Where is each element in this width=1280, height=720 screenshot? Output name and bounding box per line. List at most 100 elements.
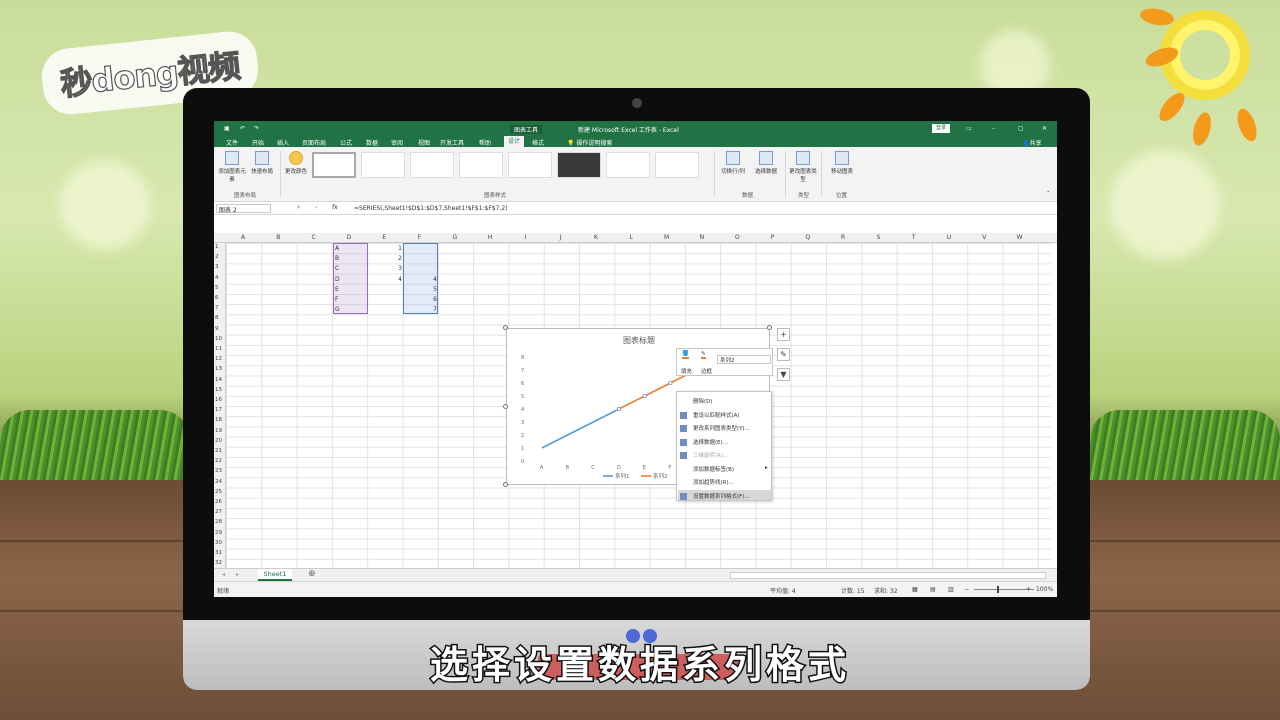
cell[interactable]: 1 xyxy=(370,245,402,252)
tab-0[interactable]: 文件 xyxy=(226,138,238,147)
row-header[interactable]: 1 xyxy=(215,244,219,250)
tab-11[interactable]: 格式 xyxy=(532,138,544,147)
maximize-icon[interactable]: ▢ xyxy=(1018,125,1024,132)
column-header[interactable]: F xyxy=(415,234,425,241)
row-header[interactable]: 19 xyxy=(215,428,222,434)
move-chart-button[interactable]: 移动图表 xyxy=(826,151,858,175)
column-header[interactable]: L xyxy=(626,234,636,241)
row-header[interactable]: 18 xyxy=(215,417,222,423)
resize-handle[interactable] xyxy=(503,482,508,487)
cell[interactable]: 3 xyxy=(370,265,402,272)
next-sheet-icon[interactable]: ▸ xyxy=(236,571,239,578)
row-header[interactable]: 20 xyxy=(215,438,222,444)
chart-style-7[interactable] xyxy=(606,152,650,178)
context-menu-item[interactable]: 设置数据系列格式(F)... xyxy=(693,492,750,500)
row-header[interactable]: 16 xyxy=(215,397,222,403)
change-colors-button[interactable]: 更改颜色 xyxy=(284,151,308,175)
chart-style-8[interactable] xyxy=(655,152,699,178)
row-header[interactable]: 32 xyxy=(215,560,222,566)
resize-handle[interactable] xyxy=(767,325,772,330)
zoom-in-icon[interactable]: + xyxy=(1026,586,1031,593)
column-header[interactable]: K xyxy=(591,234,601,241)
share-button[interactable]: 👤共享 xyxy=(1022,138,1042,147)
cell[interactable]: 2 xyxy=(370,255,402,262)
chart-style-5[interactable] xyxy=(508,152,552,178)
row-header[interactable]: 8 xyxy=(215,315,219,321)
formula-input[interactable]: =SERIES(,Sheet1!$D$1:$D$7,Sheet1!$F$1:$F… xyxy=(354,205,508,212)
minimize-icon[interactable]: – xyxy=(992,125,995,132)
column-header[interactable]: U xyxy=(944,234,954,241)
chart-style-6[interactable] xyxy=(557,152,601,178)
row-header[interactable]: 14 xyxy=(215,377,222,383)
switch-row-column-button[interactable]: 切换行/列 xyxy=(718,151,748,175)
row-header[interactable]: 29 xyxy=(215,530,222,536)
context-menu-item[interactable]: 添加数据标签(B) xyxy=(693,465,734,473)
row-header[interactable]: 2 xyxy=(215,254,219,260)
column-header[interactable]: P xyxy=(768,234,778,241)
tab-5[interactable]: 数据 xyxy=(366,138,378,147)
row-header[interactable]: 25 xyxy=(215,489,222,495)
row-header[interactable]: 9 xyxy=(215,326,219,332)
insert-function-icon[interactable]: fx xyxy=(332,204,338,211)
cell[interactable]: C xyxy=(335,265,339,272)
name-box[interactable]: 图表 2 xyxy=(216,204,271,214)
cell[interactable]: G xyxy=(335,306,340,313)
row-header[interactable]: 30 xyxy=(215,540,222,546)
redo-icon[interactable]: ↷ xyxy=(254,125,259,132)
cell[interactable]: D xyxy=(335,276,340,283)
row-header[interactable]: 27 xyxy=(215,509,222,515)
context-menu-item[interactable]: 选择数据(E)... xyxy=(693,438,728,446)
border-pen-icon[interactable]: ✎ xyxy=(701,351,706,359)
tab-8[interactable]: 开发工具 xyxy=(440,138,464,147)
chart-style-4[interactable] xyxy=(459,152,503,178)
tab-3[interactable]: 页面布局 xyxy=(302,138,326,147)
row-header[interactable]: 21 xyxy=(215,448,222,454)
column-header[interactable]: R xyxy=(838,234,848,241)
row-header[interactable]: 12 xyxy=(215,356,222,362)
column-header[interactable]: O xyxy=(732,234,742,241)
row-header[interactable]: 11 xyxy=(215,346,222,352)
tab-2[interactable]: 插入 xyxy=(277,138,289,147)
context-menu-item[interactable]: 三维旋转(R)... xyxy=(693,451,728,459)
series-select[interactable]: 系列2 xyxy=(717,355,771,364)
chart-filter-icon[interactable]: ▼ xyxy=(777,368,790,381)
series-line-1[interactable] xyxy=(541,408,620,449)
row-header[interactable]: 31 xyxy=(215,550,222,556)
page-layout-icon[interactable]: ▤ xyxy=(930,586,936,593)
tab-10[interactable]: 设计 xyxy=(504,136,525,147)
row-header[interactable]: 13 xyxy=(215,366,222,372)
row-header[interactable]: 28 xyxy=(215,519,222,525)
legend-label[interactable]: 系列2 xyxy=(653,472,668,480)
column-header[interactable]: W xyxy=(1015,234,1025,241)
row-header[interactable]: 4 xyxy=(215,275,219,281)
prev-sheet-icon[interactable]: ◂ xyxy=(222,571,225,578)
row-header[interactable]: 3 xyxy=(215,264,219,270)
column-header[interactable]: M xyxy=(662,234,672,241)
column-header[interactable]: N xyxy=(697,234,707,241)
cell[interactable]: A xyxy=(335,245,339,252)
zoom-out-icon[interactable]: − xyxy=(964,586,969,593)
column-header[interactable]: T xyxy=(909,234,919,241)
column-header[interactable]: S xyxy=(873,234,883,241)
cell[interactable]: 6 xyxy=(405,296,437,303)
legend-label[interactable]: 系列1 xyxy=(615,472,630,480)
ribbon-display-icon[interactable]: ▭ xyxy=(966,125,972,132)
collapse-ribbon-icon[interactable]: ⌃ xyxy=(1046,191,1051,197)
resize-handle[interactable] xyxy=(503,325,508,330)
context-menu-item[interactable]: 添加趋势线(R)... xyxy=(693,478,734,486)
context-menu-item[interactable]: 删除(D) xyxy=(693,397,713,405)
row-header[interactable]: 22 xyxy=(215,458,222,464)
horizontal-scrollbar[interactable] xyxy=(730,572,1046,579)
normal-view-icon[interactable]: ▦ xyxy=(912,586,918,593)
sheet-tab[interactable]: Sheet1 xyxy=(258,569,292,581)
data-point[interactable] xyxy=(642,394,647,398)
tab-4[interactable]: 公式 xyxy=(340,138,352,147)
undo-icon[interactable]: ↶ xyxy=(240,125,245,132)
row-header[interactable]: 6 xyxy=(215,295,219,301)
cell[interactable]: 4 xyxy=(405,276,437,283)
tab-1[interactable]: 开始 xyxy=(252,138,264,147)
cell[interactable]: F xyxy=(335,296,338,303)
column-header[interactable]: C xyxy=(309,234,319,241)
row-header[interactable]: 10 xyxy=(215,336,222,342)
cell[interactable]: 4 xyxy=(370,276,402,283)
